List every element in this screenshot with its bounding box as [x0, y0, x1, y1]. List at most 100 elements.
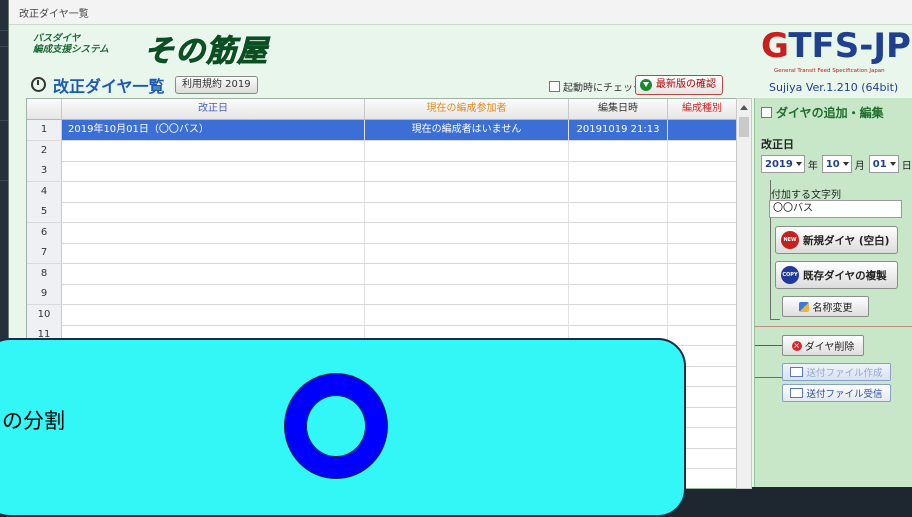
table-cell-date[interactable]	[62, 181, 365, 202]
table-cell-participants[interactable]	[365, 263, 569, 284]
table-cell-type[interactable]	[668, 223, 736, 243]
panel-title: ダイヤの追加・編集	[776, 106, 884, 120]
rename-button[interactable]: 名称変更	[782, 296, 869, 317]
table-cell-participants[interactable]	[365, 140, 569, 161]
table-cell-edited[interactable]	[569, 263, 668, 284]
send-connector	[755, 377, 782, 378]
receive-send-file-button[interactable]: 送付ファイル受信	[782, 384, 891, 402]
new-diagram-button[interactable]: NEW 新規ダイヤ (空白)	[775, 226, 898, 254]
table-row[interactable]: 9	[27, 284, 736, 305]
table-row[interactable]: 10	[27, 304, 736, 326]
table-cell-type[interactable]	[668, 264, 736, 284]
scroll-thumb[interactable]	[739, 117, 749, 137]
row-number-header	[27, 99, 62, 119]
terms-button[interactable]: 利用規約 2019	[175, 76, 258, 94]
create-send-file-button[interactable]: 送付ファイル作成	[782, 363, 891, 381]
table-cell-date[interactable]	[62, 263, 365, 284]
table-cell-date[interactable]	[62, 202, 365, 222]
table-cell-type[interactable]	[668, 243, 736, 263]
table-cell-edited[interactable]	[569, 161, 668, 181]
delete-label: ダイヤ削除	[804, 342, 855, 353]
table-cell-edited[interactable]	[569, 304, 668, 325]
table-cell-participants[interactable]	[365, 284, 569, 304]
day-select[interactable]: 01	[868, 155, 899, 173]
logo-tagline-line1: バスダイヤ	[33, 33, 81, 44]
table-row[interactable]: 4	[27, 181, 736, 203]
table-cell-date[interactable]	[62, 304, 365, 325]
table-cell-date[interactable]	[62, 284, 365, 304]
startup-checkbox[interactable]	[549, 81, 560, 92]
table-cell-type[interactable]	[668, 284, 736, 304]
table-cell-edited[interactable]	[569, 202, 668, 222]
table-cell-type[interactable]	[668, 305, 736, 325]
copy-diagram-label: 既存ダイヤの複製	[803, 269, 887, 282]
table-row[interactable]: 6	[27, 222, 736, 244]
app-logo: その筋屋	[144, 34, 268, 70]
table-cell-edited[interactable]: 20191019 21:13	[569, 120, 668, 140]
scroll-up-icon[interactable]	[740, 105, 748, 110]
table-cell-edited[interactable]	[569, 140, 668, 161]
month-value: 10	[825, 158, 840, 170]
day-value: 01	[872, 158, 887, 170]
table-cell-type[interactable]	[668, 182, 736, 202]
table-cell-participants[interactable]	[365, 202, 569, 222]
table-cell-date[interactable]	[62, 222, 365, 243]
table-row[interactable]: 3	[27, 161, 736, 182]
receive-send-file-label: 送付ファイル受信	[806, 389, 883, 400]
mail-icon	[790, 388, 804, 398]
table-cell-participants[interactable]	[365, 161, 569, 181]
column-header-date[interactable]: 改正日	[62, 99, 365, 119]
column-header-type[interactable]: 編成種別	[668, 99, 736, 119]
year-unit: 年	[807, 160, 818, 172]
table-scrollbar[interactable]	[736, 98, 752, 489]
panel-checkbox[interactable]	[761, 107, 772, 118]
table-cell-participants[interactable]	[365, 304, 569, 325]
check-latest-button[interactable]: 最新版の確認	[635, 75, 723, 95]
month-unit: 月	[854, 160, 865, 172]
panel-header[interactable]: ダイヤの追加・編集	[761, 104, 884, 121]
clock-icon	[31, 77, 46, 92]
table-row[interactable]: 2	[27, 140, 736, 162]
row-number: 8	[27, 263, 62, 284]
table-cell-edited[interactable]	[569, 284, 668, 304]
table-cell-date[interactable]	[62, 140, 365, 161]
row-number: 9	[27, 284, 62, 304]
table-cell-date[interactable]: 2019年10月01日（〇〇バス）	[62, 120, 365, 140]
screen-title: 改正ダイヤ一覧	[53, 77, 165, 96]
overlay-text: の分割	[2, 409, 65, 433]
table-cell-participants[interactable]	[365, 181, 569, 202]
table-cell-type[interactable]	[668, 161, 736, 181]
table-cell-type[interactable]	[668, 325, 736, 345]
delete-diagram-button[interactable]: × ダイヤ削除	[782, 335, 864, 356]
column-header-participants[interactable]: 現在の編成参加者	[365, 99, 569, 119]
table-cell-type[interactable]	[668, 141, 736, 161]
table-row[interactable]: 8	[27, 263, 736, 285]
table-row[interactable]: 7	[27, 243, 736, 264]
table-cell-participants[interactable]	[365, 243, 569, 263]
table-cell-edited[interactable]	[569, 181, 668, 202]
table-row[interactable]: 5	[27, 202, 736, 223]
append-string-input[interactable]: 〇〇バス	[769, 200, 902, 218]
tree-connector-branch	[770, 319, 780, 320]
table-cell-participants[interactable]	[365, 222, 569, 243]
table-cell-participants[interactable]: 現在の編成者はいません	[365, 120, 569, 140]
table-cell-edited[interactable]	[569, 243, 668, 263]
month-select[interactable]: 10	[821, 155, 852, 173]
check-latest-label: 最新版の確認	[656, 79, 716, 90]
logo-tagline: バスダイヤ 編成支援システム	[33, 33, 109, 55]
year-select[interactable]: 2019	[761, 155, 805, 173]
chevron-down-icon	[889, 162, 896, 166]
copy-diagram-button[interactable]: COPY 既存ダイヤの複製	[775, 261, 898, 289]
column-header-edited[interactable]: 編集日時	[569, 99, 668, 119]
startup-check-toggle[interactable]: 起動時にチェック	[549, 79, 643, 94]
table-cell-type[interactable]	[668, 202, 736, 222]
table-cell-date[interactable]	[62, 243, 365, 263]
table-cell-type[interactable]	[668, 120, 736, 140]
table-cell-date[interactable]	[62, 161, 365, 181]
startup-check-label: 起動時にチェック	[563, 83, 643, 94]
rename-label: 名称変更	[812, 303, 853, 314]
append-string-label: 付加する文字列	[771, 190, 841, 201]
row-number: 6	[27, 222, 62, 243]
table-row[interactable]: 1 2019年10月01日（〇〇バス） 現在の編成者はいません 20191019 21…	[27, 120, 736, 141]
table-cell-edited[interactable]	[569, 222, 668, 243]
